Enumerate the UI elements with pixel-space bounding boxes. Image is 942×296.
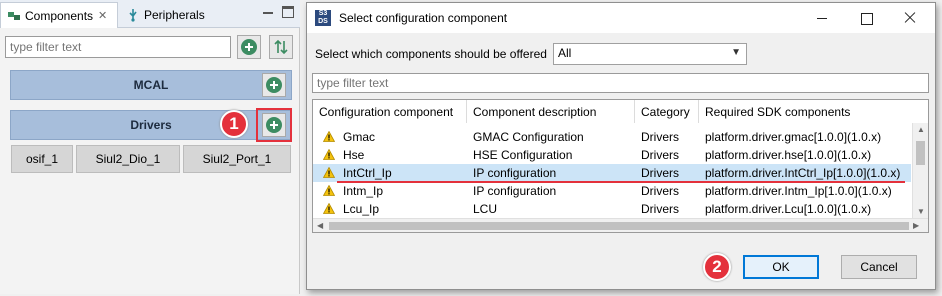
group-drivers[interactable]: Drivers xyxy=(10,110,292,140)
group-drivers-label: Drivers xyxy=(130,118,172,132)
component-label: Siul2_Dio_1 xyxy=(95,152,161,166)
scroll-right-icon[interactable]: ▶ xyxy=(913,221,919,230)
minimize-icon[interactable] xyxy=(262,6,274,18)
tab-peripherals-label: Peripherals xyxy=(144,8,205,22)
warning-icon xyxy=(323,203,335,214)
callout-2-badge: 2 xyxy=(703,253,731,281)
table-row[interactable]: Gmac GMAC Configuration Drivers platform… xyxy=(313,128,911,146)
maximize-icon[interactable] xyxy=(857,9,875,27)
column-header[interactable]: Category xyxy=(635,100,699,123)
add-component-button[interactable] xyxy=(237,35,261,59)
dialog-title: Select configuration component xyxy=(339,11,508,25)
tab-components-label: Components xyxy=(25,8,94,23)
sort-button[interactable] xyxy=(269,35,293,59)
maximize-icon[interactable] xyxy=(282,6,294,18)
app-icon: S3 DS xyxy=(315,10,331,26)
scroll-up-icon[interactable]: ▲ xyxy=(917,125,925,134)
offer-select-value: All xyxy=(558,46,572,60)
close-icon[interactable]: ✕ xyxy=(98,9,107,22)
tab-components[interactable]: Components ✕ xyxy=(0,2,118,28)
row-sdk: platform.driver.Lcu[1.0.0](1.0.x) xyxy=(705,202,872,216)
group-mcal[interactable]: MCAL xyxy=(10,70,292,100)
row-description: HSE Configuration xyxy=(473,148,573,162)
offer-select[interactable]: All ▼ xyxy=(553,43,747,65)
components-icon xyxy=(7,9,21,23)
row-sdk: platform.driver.IntCtrl_Ip[1.0.0](1.0.x) xyxy=(705,166,901,180)
table-row-selected[interactable]: IntCtrl_Ip IP configuration Drivers plat… xyxy=(313,164,911,182)
row-description: LCU xyxy=(473,202,498,216)
warning-icon xyxy=(323,185,335,196)
vertical-scrollbar[interactable]: ▲ ▼ xyxy=(912,123,928,218)
row-category: Drivers xyxy=(641,202,679,216)
row-category: Drivers xyxy=(641,184,679,198)
row-category: Drivers xyxy=(641,166,679,180)
chevron-down-icon: ▼ xyxy=(731,47,741,58)
row-name: IntCtrl_Ip xyxy=(343,166,392,180)
plus-circle-icon xyxy=(266,77,282,93)
scroll-down-icon[interactable]: ▼ xyxy=(917,207,925,216)
column-header[interactable]: Configuration component xyxy=(313,100,467,123)
component-label: Siul2_Port_1 xyxy=(202,152,272,166)
row-name: Gmac xyxy=(343,130,376,144)
view-tabbar: Components ✕ Peripherals xyxy=(0,0,300,28)
row-description: IP configuration xyxy=(473,184,557,198)
row-name: Hse xyxy=(343,148,365,162)
row-category: Drivers xyxy=(641,130,679,144)
warning-icon xyxy=(323,131,335,142)
ok-button[interactable]: OK xyxy=(743,255,819,279)
row-name: Lcu_Ip xyxy=(343,202,380,216)
callout-1-badge: 1 xyxy=(220,110,248,138)
component-siul2-dio[interactable]: Siul2_Dio_1 xyxy=(76,145,180,173)
scroll-left-icon[interactable]: ◀ xyxy=(317,221,323,230)
warning-icon xyxy=(323,167,335,178)
component-osif[interactable]: osif_1 xyxy=(11,145,73,173)
row-sdk: platform.driver.Intm_Ip[1.0.0](1.0.x) xyxy=(705,184,892,198)
table-row[interactable]: Intm_Ip IP configuration Drivers platfor… xyxy=(313,182,911,200)
table-row[interactable]: Lcu_Ip LCU Drivers platform.driver.Lcu[1… xyxy=(313,200,911,218)
plus-circle-icon xyxy=(241,39,257,55)
highlight-box xyxy=(256,108,292,142)
offer-label: Select which components should be offere… xyxy=(315,47,547,61)
column-header[interactable]: Required SDK components xyxy=(699,100,912,123)
close-icon[interactable] xyxy=(901,9,919,27)
components-view: Components ✕ Peripherals MCAL Drivers 1 xyxy=(0,0,300,294)
row-name: Intm_Ip xyxy=(343,184,384,198)
component-label: osif_1 xyxy=(25,152,59,166)
row-description: GMAC Configuration xyxy=(473,130,584,144)
vertical-scroll-thumb[interactable] xyxy=(916,141,925,165)
component-siul2-port[interactable]: Siul2_Port_1 xyxy=(183,145,291,173)
row-description: IP configuration xyxy=(473,166,557,180)
tab-peripherals[interactable]: Peripherals xyxy=(120,2,230,28)
group-mcal-label: MCAL xyxy=(133,78,169,92)
usb-icon xyxy=(126,8,140,22)
row-sdk: platform.driver.hse[1.0.0](1.0.x) xyxy=(705,148,872,162)
select-component-dialog: S3 DS Select configuration component Sele… xyxy=(306,2,936,290)
row-category: Drivers xyxy=(641,148,679,162)
row-sdk: platform.driver.gmac[1.0.0](1.0.x) xyxy=(705,130,882,144)
column-header[interactable]: Component description xyxy=(467,100,635,123)
components-table: Configuration component Component descri… xyxy=(312,99,929,233)
dialog-filter-input[interactable] xyxy=(312,73,929,93)
minimize-icon[interactable] xyxy=(813,9,831,27)
dialog-titlebar: S3 DS Select configuration component xyxy=(307,3,935,33)
annotation-underline xyxy=(337,181,905,183)
component-filter-input[interactable] xyxy=(5,36,231,58)
horizontal-scroll-thumb[interactable] xyxy=(329,222,909,230)
sort-icon xyxy=(274,39,288,55)
table-row[interactable]: Hse HSE Configuration Drivers platform.d… xyxy=(313,146,911,164)
horizontal-scrollbar[interactable]: ◀ ▶ xyxy=(313,218,928,232)
add-mcal-button[interactable] xyxy=(262,73,286,97)
warning-icon xyxy=(323,149,335,160)
cancel-button[interactable]: Cancel xyxy=(841,255,917,279)
